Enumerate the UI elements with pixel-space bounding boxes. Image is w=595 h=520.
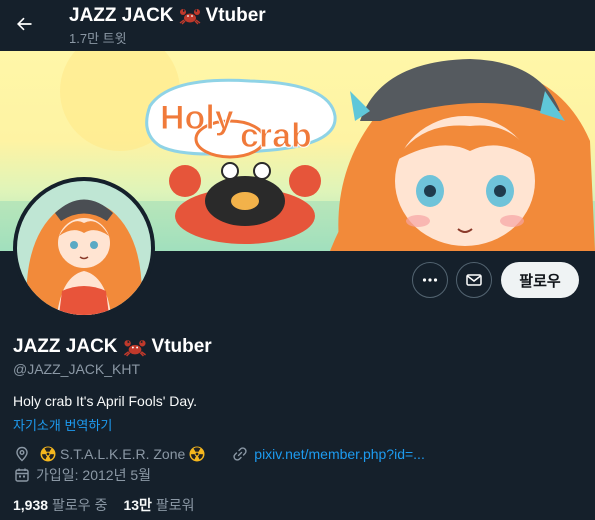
profile-name-text: JAZZ JACK <box>13 336 118 357</box>
location-text: S.T.A.L.K.E.R. Zone <box>60 446 186 462</box>
followers-stat[interactable]: 13만 팔로워 <box>123 495 194 515</box>
translate-bio-link[interactable]: 자기소개 번역하기 <box>13 415 112 434</box>
website-link[interactable]: pixiv.net/member.php?id=... <box>254 446 425 462</box>
calendar-icon <box>13 466 31 484</box>
join-date-text: 가입일: 2012년 5월 <box>36 467 151 483</box>
header-name: JAZZ JACK <box>69 5 174 26</box>
profile-name: JAZZ JACK Vtuber <box>13 336 212 358</box>
more-button[interactable] <box>412 262 448 298</box>
follow-button[interactable]: 팔로우 <box>501 262 579 298</box>
following-count: 1,938 <box>13 497 49 513</box>
followers-label: 팔로워 <box>155 497 195 513</box>
message-button[interactable] <box>456 262 492 298</box>
avatar-artwork <box>17 181 151 315</box>
arrow-left-icon <box>17 17 32 31</box>
followers-count: 13만 <box>123 497 152 513</box>
header-name-suffix: Vtuber <box>205 5 266 26</box>
following-label: 팔로우 중 <box>52 497 108 513</box>
logo-text-crab: crab <box>240 117 312 155</box>
follow-stats: 1,938 팔로우 중 13만 팔로워 <box>13 495 195 515</box>
logo-text-holy: Holy <box>160 99 234 137</box>
top-bar: JAZZ JACK Vtuber 1.7만 트윗 <box>0 0 595 51</box>
profile-handle: @JAZZ_JACK_KHT <box>13 361 141 377</box>
join-date-row: 가입일: 2012년 5월 <box>13 465 151 485</box>
profile-avatar[interactable] <box>13 177 155 319</box>
crab-emoji-icon <box>123 339 146 356</box>
character-illustration <box>330 59 595 251</box>
profile-name-suffix: Vtuber <box>151 336 212 357</box>
location-pin-icon <box>13 445 31 463</box>
radioactive-emoji-icon <box>40 446 56 462</box>
following-stat[interactable]: 1,938 팔로우 중 <box>13 495 107 515</box>
crab-illustration <box>169 162 321 244</box>
back-button[interactable] <box>9 9 39 39</box>
tweet-count: 1.7만 트윗 <box>69 31 127 46</box>
envelope-icon <box>466 274 482 286</box>
profile-meta-row: S.T.A.L.K.E.R. Zone pixiv.net/member.php… <box>13 445 425 463</box>
holy-crab-logo: Holy crab <box>145 78 337 159</box>
radioactive-emoji-icon <box>189 446 205 462</box>
more-dots-icon <box>422 278 438 282</box>
header-title: JAZZ JACK Vtuber <box>69 5 266 27</box>
crab-emoji-icon <box>179 9 200 25</box>
profile-bio: Holy crab It's April Fools' Day. <box>13 393 198 409</box>
link-icon <box>231 445 249 463</box>
